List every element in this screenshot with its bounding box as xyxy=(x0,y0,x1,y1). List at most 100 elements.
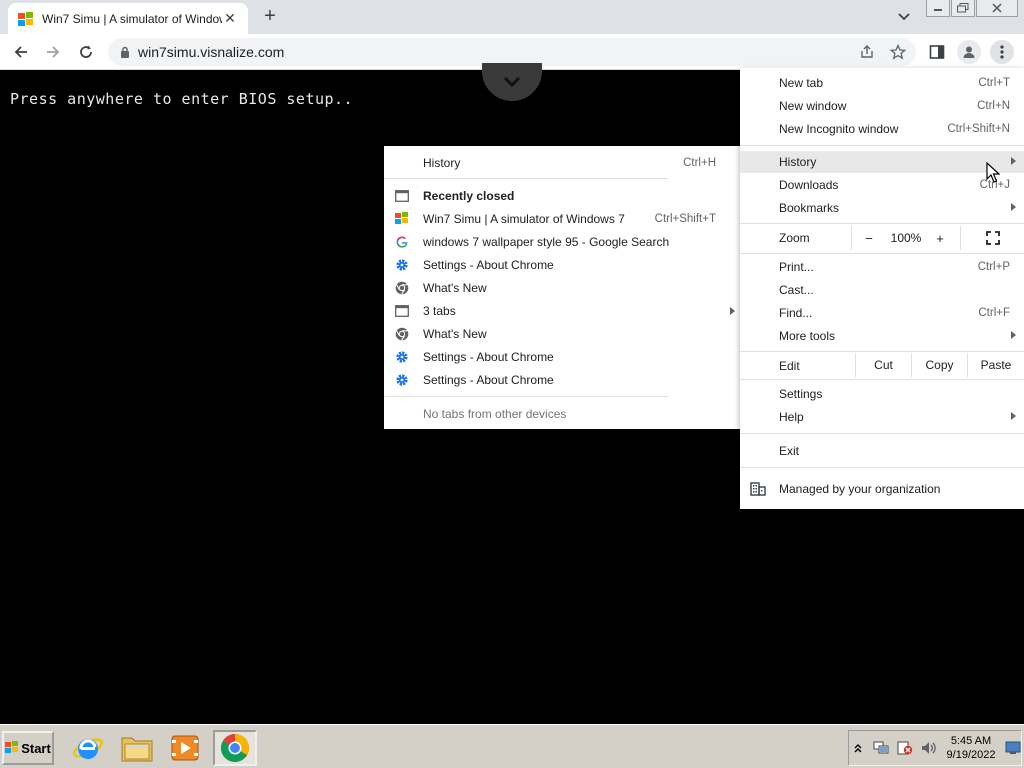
bookmark-star-icon[interactable] xyxy=(890,44,906,60)
history-entry[interactable]: Win7 Simu | A simulator of Windows 7 Ctr… xyxy=(384,208,744,230)
history-entry[interactable]: Settings - About Chrome xyxy=(384,369,744,391)
chrome-menu-button[interactable] xyxy=(990,40,1014,64)
settings-gear-icon xyxy=(396,351,408,363)
menu-shortcut: Ctrl+N xyxy=(977,100,1010,112)
close-window-button[interactable] xyxy=(976,0,1018,17)
menu-item-more-tools[interactable]: More tools xyxy=(740,325,1024,347)
profile-button[interactable] xyxy=(957,40,981,64)
start-button[interactable]: Start xyxy=(2,731,54,765)
menu-item-find[interactable]: Find... Ctrl+F xyxy=(740,302,1024,324)
history-entry[interactable]: Settings - About Chrome xyxy=(384,254,744,276)
new-tab-button[interactable]: + xyxy=(258,5,282,29)
mouse-cursor-icon xyxy=(986,162,1000,183)
minimize-icon xyxy=(934,9,942,11)
submenu-arrow-icon xyxy=(1011,412,1016,420)
separator xyxy=(740,433,1024,434)
menu-label: Cast... xyxy=(779,283,814,297)
managed-by-org[interactable]: Managed by your organization xyxy=(740,478,1024,500)
history-entry-label: Settings - About Chrome xyxy=(423,373,554,387)
history-entry[interactable]: What's New xyxy=(384,277,744,299)
no-other-devices-text: No tabs from other devices xyxy=(384,403,744,425)
history-entry[interactable]: Settings - About Chrome xyxy=(384,346,744,368)
menu-item-new-window[interactable]: New window Ctrl+N xyxy=(740,95,1024,117)
reload-icon xyxy=(80,45,92,58)
history-entry[interactable]: windows 7 wallpaper style 95 - Google Se… xyxy=(384,231,744,253)
submenu-arrow-icon xyxy=(1011,157,1016,165)
folder-icon xyxy=(121,737,153,762)
history-entry[interactable]: What's New xyxy=(384,323,744,345)
menu-item-new-incognito[interactable]: New Incognito window Ctrl+Shift+N xyxy=(740,118,1024,140)
menu-item-downloads[interactable]: Downloads Ctrl+J xyxy=(740,174,1024,196)
share-icon[interactable] xyxy=(859,44,875,60)
minimize-button[interactable] xyxy=(926,0,950,17)
forward-button[interactable] xyxy=(41,40,65,64)
tab-strip: Win7 Simu | A simulator of Windows 7 ✕ + xyxy=(0,0,1024,34)
restore-icon xyxy=(957,3,969,13)
menu-item-cast[interactable]: Cast... xyxy=(740,279,1024,301)
window-controls xyxy=(926,0,1018,17)
history-entry-3-tabs[interactable]: 3 tabs xyxy=(384,300,744,322)
restore-button[interactable] xyxy=(951,0,975,17)
media-player-icon xyxy=(171,735,199,761)
zoom-level: 100% xyxy=(890,231,922,245)
menu-label: Bookmarks xyxy=(779,201,840,215)
history-entry-label: What's New xyxy=(423,327,487,341)
paste-button[interactable]: Paste xyxy=(968,353,1024,377)
fullscreen-button[interactable] xyxy=(961,226,1024,250)
browser-tab[interactable]: Win7 Simu | A simulator of Windows 7 ✕ xyxy=(8,3,248,34)
side-panel-icon xyxy=(929,45,945,59)
menu-label: Downloads xyxy=(779,178,839,192)
cut-button[interactable]: Cut xyxy=(856,353,911,377)
building-icon xyxy=(750,482,766,496)
fullscreen-pull-tab[interactable] xyxy=(482,63,542,101)
taskbar-media-player[interactable] xyxy=(163,730,207,766)
side-panel-button[interactable] xyxy=(925,40,949,64)
taskbar-chrome[interactable] xyxy=(213,730,257,766)
address-bar[interactable]: win7simu.visnalize.com xyxy=(108,38,916,66)
menu-item-settings[interactable]: Settings xyxy=(740,383,1024,405)
reload-button[interactable] xyxy=(74,40,98,64)
menu-item-history[interactable]: History xyxy=(740,151,1024,173)
forward-arrow-icon xyxy=(47,46,60,58)
history-entry-label: Settings - About Chrome xyxy=(423,350,554,364)
bios-prompt-text: Press anywhere to enter BIOS setup.. xyxy=(10,90,354,108)
volume-icon[interactable] xyxy=(921,741,937,755)
back-button[interactable] xyxy=(9,40,33,64)
chrome-color-icon xyxy=(221,734,249,762)
profile-avatar-icon xyxy=(963,46,975,58)
history-entry-label: windows 7 wallpaper style 95 - Google Se… xyxy=(423,235,670,249)
separator xyxy=(740,223,1024,224)
show-hidden-icons-icon[interactable] xyxy=(853,741,863,755)
chrome-icon xyxy=(395,281,409,295)
taskbar-internet-explorer[interactable] xyxy=(66,730,110,766)
lock-icon xyxy=(121,46,129,58)
menu-label: New window xyxy=(779,99,847,113)
tab-search-icon[interactable] xyxy=(894,8,914,26)
recently-closed-label: Recently closed xyxy=(423,189,515,203)
taskbar-clock[interactable]: 5:45 AM 9/19/2022 xyxy=(941,734,1001,762)
separator xyxy=(384,396,668,397)
separator xyxy=(740,253,1024,254)
copy-button[interactable]: Copy xyxy=(912,353,967,377)
show-desktop-icon[interactable] xyxy=(1005,741,1021,755)
taskbar-file-explorer[interactable] xyxy=(115,730,159,766)
history-menu-item[interactable]: History Ctrl+H xyxy=(384,152,744,174)
menu-item-exit[interactable]: Exit xyxy=(740,440,1024,462)
submenu-arrow-icon xyxy=(1011,331,1016,339)
submenu-arrow-icon xyxy=(1011,203,1016,211)
chrome-icon xyxy=(395,327,409,341)
edit-label: Edit xyxy=(779,359,800,373)
zoom-in-button[interactable]: + xyxy=(926,226,954,250)
network-icon[interactable] xyxy=(873,741,889,755)
menu-item-help[interactable]: Help xyxy=(740,406,1024,428)
win7-favicon-icon xyxy=(395,212,408,224)
zoom-out-button[interactable]: − xyxy=(852,226,886,250)
menu-item-print[interactable]: Print... Ctrl+P xyxy=(740,256,1024,278)
tab-close-icon[interactable]: ✕ xyxy=(222,10,238,27)
menu-item-new-tab[interactable]: New tab Ctrl+T xyxy=(740,72,1024,94)
win7-favicon-icon xyxy=(18,11,33,26)
menu-item-bookmarks[interactable]: Bookmarks xyxy=(740,197,1024,219)
action-center-flag-icon[interactable] xyxy=(897,741,913,755)
fullscreen-icon xyxy=(985,231,1000,245)
windows-taskbar: Start 5:45 AM 9/19/2022 xyxy=(0,724,1024,768)
